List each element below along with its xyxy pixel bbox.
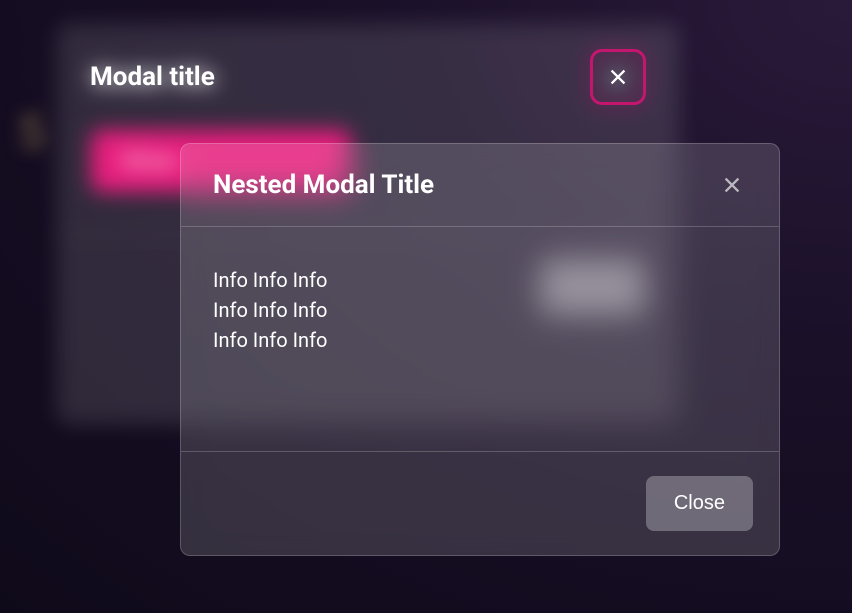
first-modal-header: Modal title (58, 25, 678, 129)
info-line: Info Info Info (213, 295, 747, 325)
close-icon (607, 66, 629, 88)
close-icon (721, 174, 743, 196)
nested-modal-title: Nested Modal Title (213, 170, 434, 200)
nested-modal-close-button[interactable]: Close (646, 476, 753, 531)
info-line: Info Info Info (213, 325, 747, 355)
nested-modal-header: Nested Modal Title (181, 144, 779, 227)
section-number: 5 (18, 104, 46, 161)
first-modal-title: Modal title (90, 62, 215, 92)
first-modal-close-button[interactable] (590, 49, 646, 105)
nested-modal-footer: Close (181, 451, 779, 555)
nested-modal-close-x-button[interactable] (717, 170, 747, 200)
nested-modal-body: Info Info Info Info Info Info Info Info … (181, 227, 779, 451)
nested-modal: Nested Modal Title Info Info Info Info I… (180, 143, 780, 556)
info-line: Info Info Info (213, 265, 747, 295)
